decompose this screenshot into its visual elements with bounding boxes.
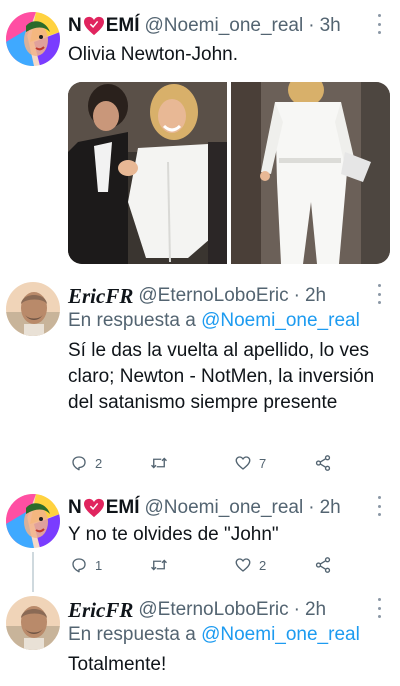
tweet-3[interactable]: N EMÍ @Noemi_one_real · 2h Y no te olvid… [0,494,400,584]
avatar-noemi-image [6,12,60,66]
share-icon [314,556,332,574]
heart-emoji-icon [83,498,105,518]
avatar-noemi-image [6,494,60,548]
separator-dot: · [308,15,315,36]
tweet-1[interactable]: N EMÍ @Noemi_one_real · 3h Olivia Newton… [0,12,400,274]
avatar[interactable] [6,494,60,548]
like-button[interactable]: 7 [234,452,266,474]
display-name-prefix: N [68,497,82,518]
more-options-icon[interactable] [376,284,382,304]
photo-couple-party-icon [68,82,227,264]
display-name-suffix: EMÍ [105,497,140,518]
reply-mention-link[interactable]: @Noemi_one_real [201,310,360,331]
retweet-icon [150,556,168,574]
like-icon [234,556,252,574]
display-name-prefix: N [68,15,82,36]
share-icon [314,454,332,472]
tweet-text: Totalmente! [68,654,167,675]
retweet-button[interactable] [150,452,175,474]
tweet-4[interactable]: EricFR @EternoLoboEric · 2h En respuesta… [0,596,400,682]
tweet-text: Sí le das la vuelta al apellido, lo ves … [68,340,375,413]
tweet-2[interactable]: EricFR @EternoLoboEric · 2h En respuesta… [0,282,400,482]
like-button[interactable]: 2 [234,554,266,576]
more-options-icon[interactable] [376,14,382,34]
media-image-2[interactable] [231,82,390,264]
heart-emoji-icon [83,16,105,36]
more-options-icon[interactable] [376,598,382,618]
reply-button[interactable]: 1 [70,554,102,576]
handle[interactable]: @EternoLoboEric [138,285,288,307]
display-name-suffix: EMÍ [105,15,140,36]
avatar[interactable] [6,12,60,66]
share-button[interactable] [314,554,332,576]
timestamp[interactable]: 2h [305,599,326,621]
display-name[interactable]: N EMÍ [68,497,140,519]
tweet-header: EricFR @EternoLoboEric · 2h [68,596,326,624]
reply-label: En respuesta a [68,624,196,645]
display-name[interactable]: EricFR [68,284,133,309]
avatar[interactable] [6,282,60,336]
like-count: 2 [259,557,267,573]
retweet-button[interactable] [150,554,175,576]
tweet-text: Y no te olvides de "John" [68,524,279,545]
reply-context: En respuesta a @Noemi_one_real [68,624,360,646]
tweet-header: N EMÍ @Noemi_one_real · 3h [68,12,341,40]
photo-white-jumpsuit-icon [231,82,390,264]
timestamp[interactable]: 2h [305,285,326,307]
reply-context: En respuesta a @Noemi_one_real [68,310,360,332]
separator-dot: · [293,285,300,306]
tweet-header: EricFR @EternoLoboEric · 2h [68,282,326,310]
timestamp[interactable]: 3h [320,15,341,37]
timestamp[interactable]: 2h [320,497,341,519]
tweet-media[interactable] [68,82,390,264]
tweet-header: N EMÍ @Noemi_one_real · 2h [68,494,341,522]
avatar-eric-image [6,282,60,336]
like-count: 7 [259,455,267,471]
tweet-actions: 1 2 [68,554,368,576]
reply-icon [70,556,88,574]
reply-label: En respuesta a [68,310,196,331]
display-name[interactable]: N EMÍ [68,15,140,37]
share-button[interactable] [314,452,332,474]
more-options-icon[interactable] [376,496,382,516]
retweet-icon [150,454,168,472]
handle[interactable]: @Noemi_one_real [145,15,304,37]
separator-dot: · [308,497,315,518]
reply-icon [70,454,88,472]
reply-button[interactable]: 2 [70,452,102,474]
tweet-text: Olivia Newton-John. [68,44,239,65]
display-name[interactable]: EricFR [68,598,133,623]
separator-dot: · [293,599,300,620]
handle[interactable]: @Noemi_one_real [145,497,304,519]
reply-mention-link[interactable]: @Noemi_one_real [201,624,360,645]
avatar[interactable] [6,596,60,650]
media-image-1[interactable] [68,82,227,264]
reply-count: 1 [95,557,103,573]
reply-count: 2 [95,455,103,471]
handle[interactable]: @EternoLoboEric [138,599,288,621]
avatar-eric-image [6,596,60,650]
tweet-actions: 2 7 [68,452,368,474]
like-icon [234,454,252,472]
